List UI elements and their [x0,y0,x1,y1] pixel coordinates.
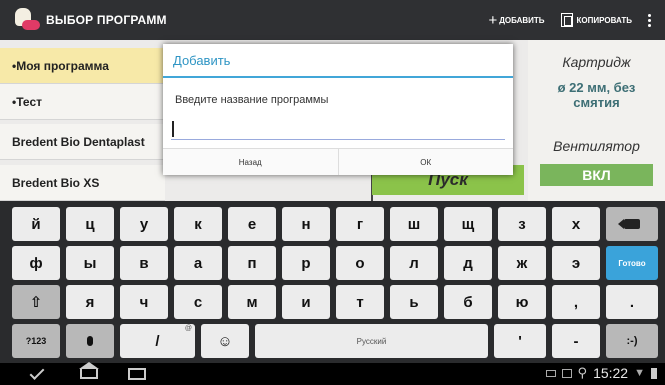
key[interactable]: э [552,246,600,280]
slash-key-alt: @ [184,325,192,332]
backspace-icon [618,219,640,229]
key[interactable]: ю [498,285,546,319]
key[interactable]: ж [498,246,546,280]
key[interactable]: в [120,246,168,280]
dialog-message: Введите название программы [175,94,329,106]
key[interactable]: ш [390,207,438,241]
add-button[interactable]: + ДОБАВИТЬ [488,12,544,29]
key[interactable]: ь [390,285,438,319]
cartridge-value[interactable]: ø 22 мм, без смятия [536,80,657,110]
key[interactable]: м [228,285,276,319]
key[interactable]: б [444,285,492,319]
done-key[interactable]: Готово [606,246,658,280]
quote-key[interactable]: ' [494,324,546,358]
dialog-title-divider [163,76,513,78]
voice-input-key[interactable] [66,324,114,358]
add-button-label: ДОБАВИТЬ [499,15,545,25]
wifi-icon: ▼ [634,367,645,379]
microphone-icon [87,336,93,346]
key[interactable]: ы [66,246,114,280]
space-key[interactable]: Русский [255,324,488,358]
ok-button[interactable]: ОК [337,149,513,175]
home-nav-icon[interactable] [79,362,99,379]
copy-button-label: КОПИРОВАТЬ [576,15,632,25]
text-cursor [172,121,174,137]
comma-key[interactable]: , [552,285,600,319]
key[interactable]: й [12,207,60,241]
app-logo-icon [12,6,40,34]
shift-icon: ⇧ [29,294,43,311]
onscreen-keyboard: й ц у к е н г ш щ з х ф ы в а п р о л д … [0,201,665,363]
key[interactable]: е [228,207,276,241]
program-name-input[interactable] [171,118,505,140]
key[interactable]: щ [444,207,492,241]
key[interactable]: а [174,246,222,280]
add-program-dialog: Добавить Введите название программы Наза… [163,44,513,175]
program-list-item[interactable]: •Моя программа [0,48,165,84]
status-area: ⚲ 15:22 ▼ [545,365,657,381]
key[interactable]: р [282,246,330,280]
app-title: ВЫБОР ПРОГРАММ [46,13,167,27]
screenshot-status-icon [561,368,572,378]
key[interactable]: ц [66,207,114,241]
key[interactable]: з [498,207,546,241]
program-list-item[interactable]: •Тест [0,84,165,120]
smiley-key[interactable]: :-) [606,324,658,358]
key[interactable]: х [552,207,600,241]
symbols-key[interactable]: ?123 [12,324,60,358]
key[interactable]: ф [12,246,60,280]
system-nav-bar: ⚲ 15:22 ▼ [0,362,665,385]
key[interactable]: д [444,246,492,280]
action-bar: ВЫБОР ПРОГРАММ + ДОБАВИТЬ КОПИРОВАТЬ [0,0,665,40]
key[interactable]: ч [120,285,168,319]
settings-panel: Картридж ø 22 мм, без смятия Вентилятор … [528,40,665,201]
fan-toggle[interactable]: ВКЛ [540,164,653,186]
program-list-item[interactable]: Bredent Bio XS [0,165,165,201]
search-icon: ⚲ [577,365,588,380]
key[interactable]: к [174,207,222,241]
clock: 15:22 [593,365,629,381]
slash-key[interactable]: / @ [120,324,195,358]
key[interactable]: у [120,207,168,241]
keyboard-status-icon [545,369,556,377]
fan-label: Вентилятор [553,138,640,154]
shift-key[interactable]: ⇧ [12,285,60,319]
key[interactable]: т [336,285,384,319]
key[interactable]: п [228,246,276,280]
key[interactable]: с [174,285,222,319]
emoji-key[interactable]: ☺ [201,324,249,358]
recent-apps-icon[interactable] [128,368,146,380]
copy-button[interactable]: КОПИРОВАТЬ [560,13,632,27]
backspace-key[interactable] [606,207,658,241]
key[interactable]: л [390,246,438,280]
cartridge-label: Картридж [562,54,631,70]
plus-icon: + [488,11,498,29]
key[interactable]: и [282,285,330,319]
key[interactable]: я [66,285,114,319]
key[interactable]: о [336,246,384,280]
battery-icon [651,367,657,379]
copy-icon [560,13,573,27]
key[interactable]: н [282,207,330,241]
period-key[interactable]: . [606,285,658,319]
key[interactable]: г [336,207,384,241]
dash-key[interactable]: - [552,324,600,358]
program-list-item[interactable]: Bredent Bio Dentaplast [0,124,165,160]
dialog-buttons: Назад ОК [163,148,513,175]
back-nav-icon[interactable] [29,365,45,380]
back-button[interactable]: Назад [163,149,338,175]
smiley-icon: ☺ [217,332,233,350]
overflow-menu-icon[interactable] [648,13,651,27]
dialog-title: Добавить [173,53,231,68]
